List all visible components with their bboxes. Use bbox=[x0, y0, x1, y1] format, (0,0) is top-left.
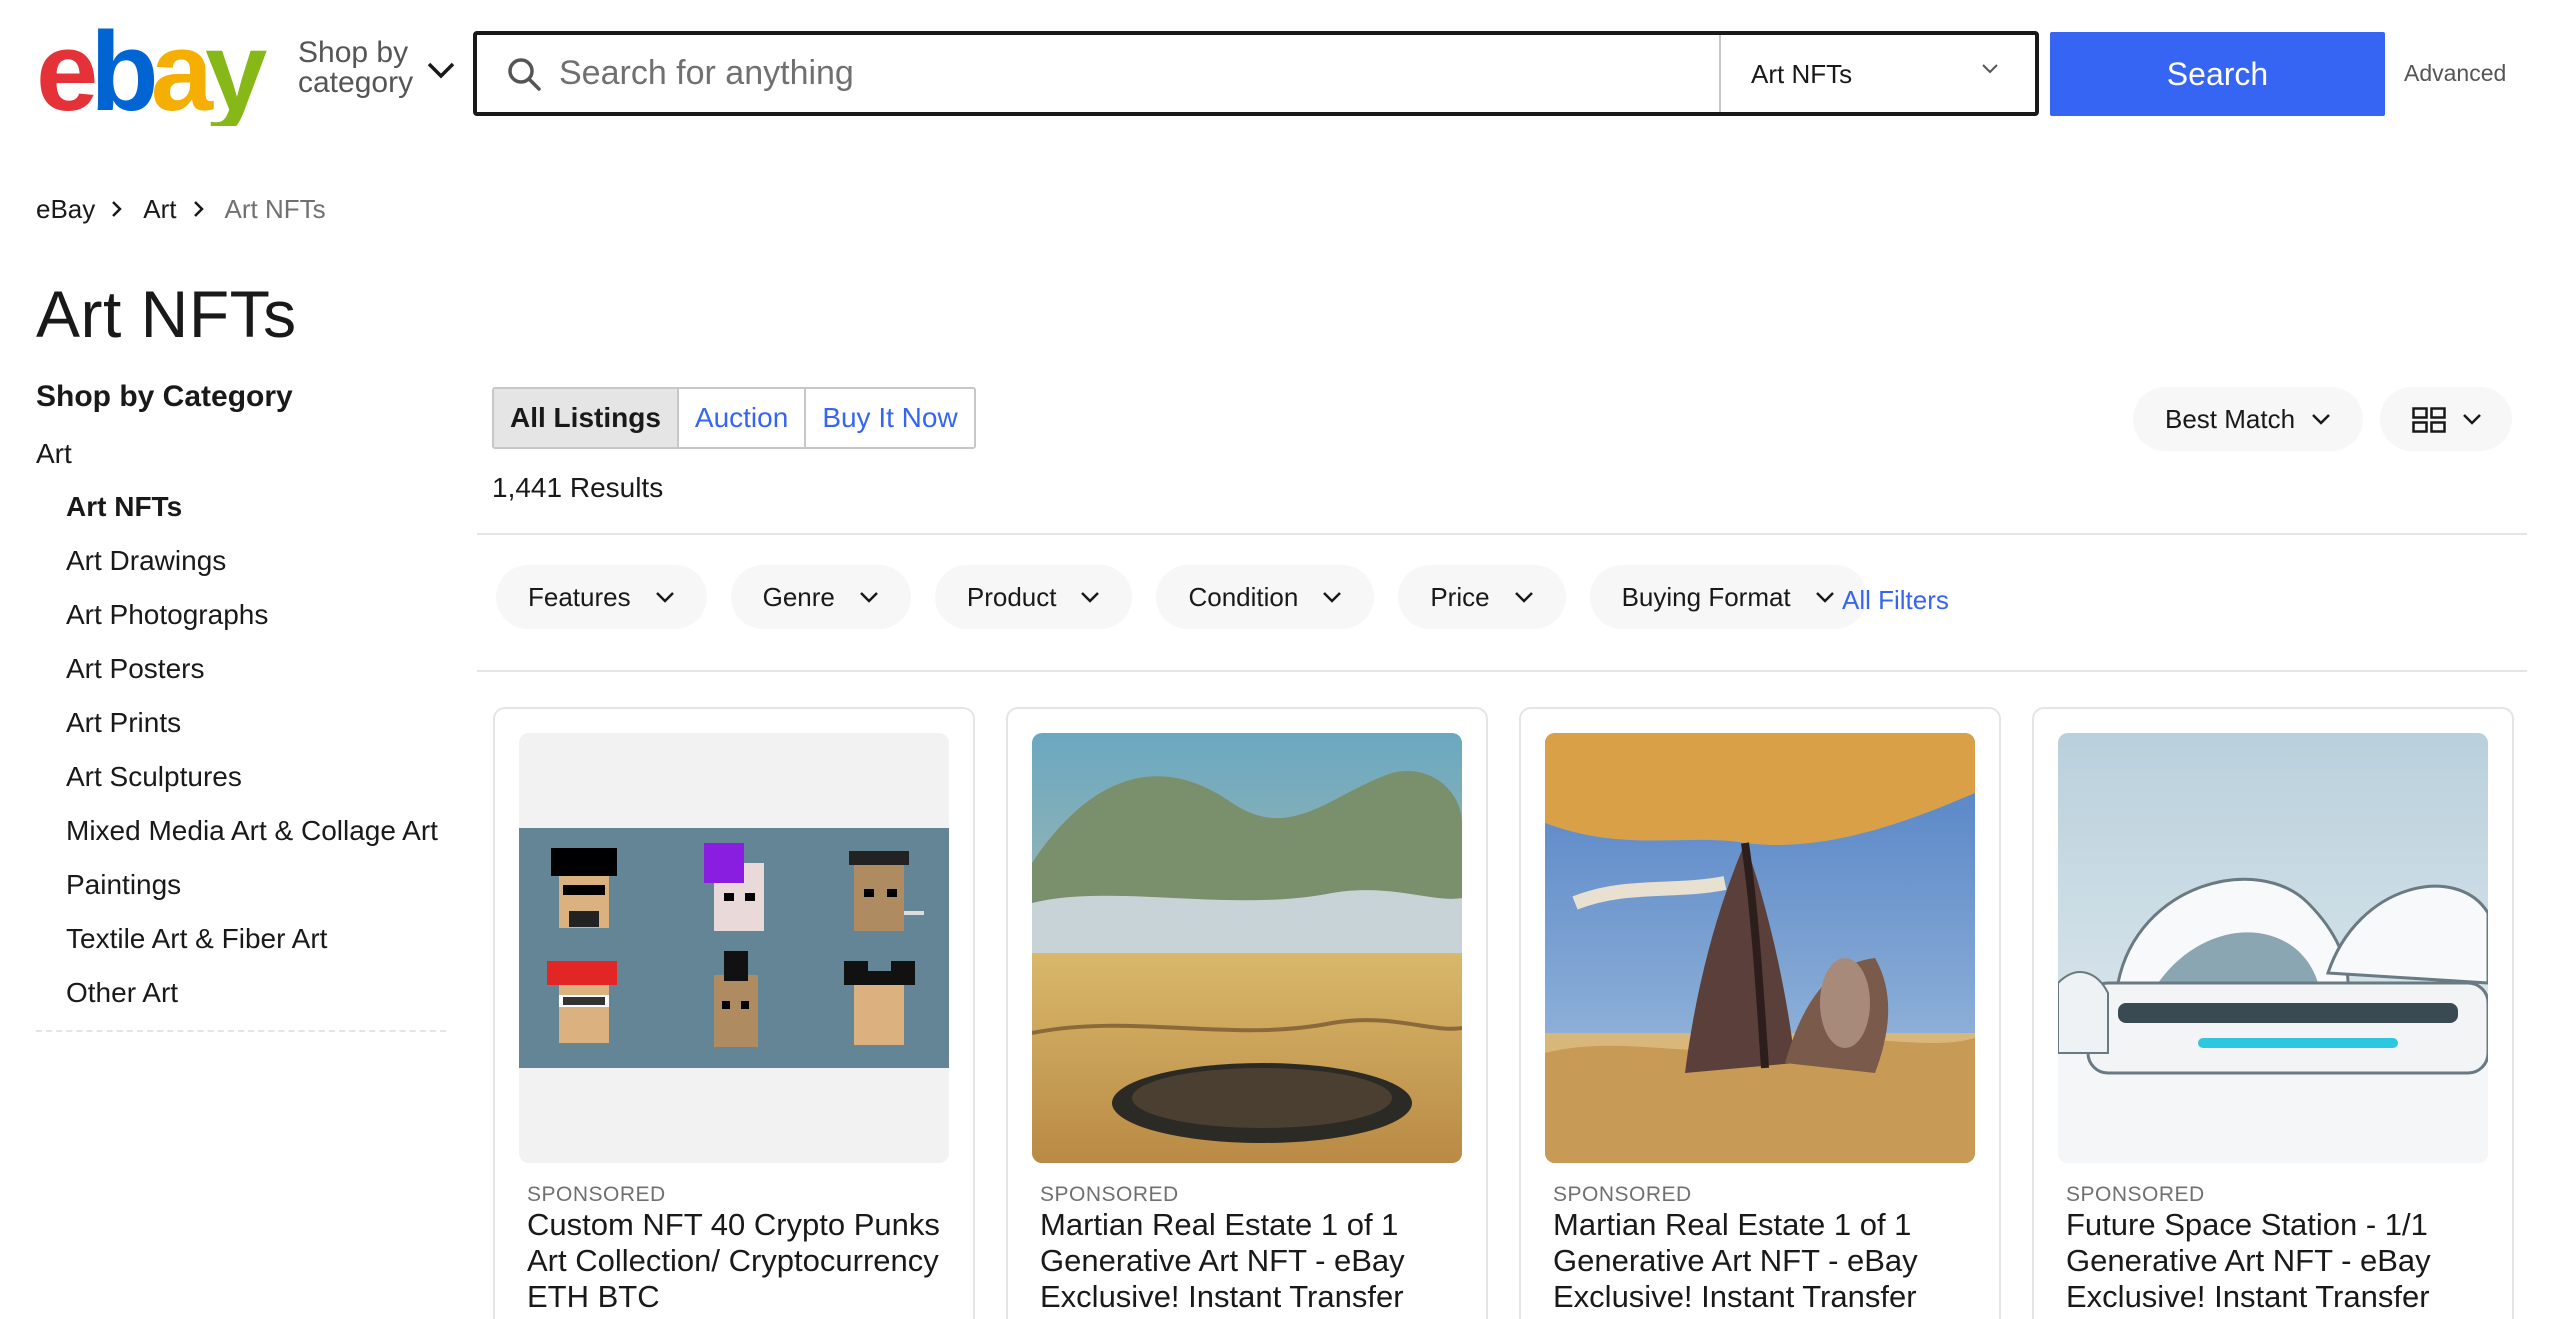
breadcrumb-current: Art NFTs bbox=[224, 193, 326, 224]
product-title[interactable]: Custom NFT 40 Crypto Punks Art Collectio… bbox=[527, 1207, 947, 1315]
tab-buy-it-now[interactable]: Buy It Now bbox=[806, 389, 974, 447]
chevron-down-icon bbox=[1081, 592, 1100, 603]
product-card[interactable]: SPONSORED Martian Real Estate 1 of 1 Gen… bbox=[1006, 707, 1488, 1319]
search-button[interactable]: Search bbox=[2050, 32, 2385, 116]
filter-label: Features bbox=[528, 581, 631, 612]
chevron-right-icon bbox=[112, 201, 123, 217]
filter-label: Price bbox=[1430, 581, 1490, 612]
sidebar-item-art-sculptures[interactable]: Art Sculptures bbox=[66, 760, 446, 794]
chevron-down-icon bbox=[1982, 64, 1998, 74]
all-filters-link[interactable]: All Filters bbox=[1842, 585, 1949, 616]
filter-buying-format[interactable]: Buying Format bbox=[1589, 565, 1867, 629]
category-select[interactable]: Art NFTs bbox=[1719, 35, 2035, 112]
sidebar-item-art-prints[interactable]: Art Prints bbox=[66, 706, 446, 740]
sponsored-label: SPONSORED bbox=[527, 1183, 666, 1206]
chevron-down-icon bbox=[1323, 592, 1342, 603]
chevron-down-icon bbox=[2463, 414, 2481, 425]
tab-auction[interactable]: Auction bbox=[678, 389, 807, 447]
filter-product[interactable]: Product bbox=[934, 565, 1133, 629]
search-bar: Art NFTs bbox=[473, 31, 2039, 116]
breadcrumb-ebay[interactable]: eBay bbox=[36, 194, 95, 225]
sponsored-label: SPONSORED bbox=[1553, 1183, 1692, 1206]
chevron-down-icon bbox=[2312, 414, 2330, 425]
results-count: 1,441 Results bbox=[492, 472, 664, 503]
sponsored-label: SPONSORED bbox=[1040, 1183, 1179, 1206]
chevron-down-icon bbox=[1815, 592, 1834, 603]
product-card[interactable]: SPONSORED Martian Real Estate 1 of 1 Gen… bbox=[1519, 707, 2001, 1319]
product-title[interactable]: Future Space Station - 1/1 Generative Ar… bbox=[2066, 1207, 2486, 1315]
tab-all-listings[interactable]: All Listings bbox=[494, 389, 679, 447]
sidebar-list: Art NFTs Art Drawings Art Photographs Ar… bbox=[66, 490, 446, 1010]
product-image[interactable] bbox=[1032, 733, 1462, 1163]
product-card[interactable]: SPONSORED Future Space Station - 1/1 Gen… bbox=[2032, 707, 2514, 1319]
sidebar-divider bbox=[36, 1030, 446, 1032]
filter-bar: Features Genre Product Condition Price B… bbox=[496, 565, 1867, 629]
sidebar-item-other-art[interactable]: Other Art bbox=[66, 976, 446, 1010]
svg-text:ebay: ebay bbox=[36, 22, 267, 126]
product-title[interactable]: Martian Real Estate 1 of 1 Generative Ar… bbox=[1040, 1207, 1460, 1315]
breadcrumb-art[interactable]: Art bbox=[143, 194, 176, 225]
surreal-desert-landscape-image bbox=[1032, 733, 1462, 1163]
sidebar-heading: Shop by Category bbox=[36, 380, 293, 413]
rock-spire-landscape-image bbox=[1545, 733, 1975, 1163]
breadcrumb: eBay Art Art NFTs bbox=[36, 193, 326, 225]
filter-genre[interactable]: Genre bbox=[730, 565, 911, 629]
chevron-right-icon bbox=[193, 201, 204, 217]
sidebar-item-art[interactable]: Art bbox=[36, 438, 446, 478]
category-label: category bbox=[298, 66, 414, 99]
filter-features[interactable]: Features bbox=[496, 565, 707, 629]
futuristic-white-domes-image bbox=[2058, 733, 2488, 1163]
punk-avatar bbox=[551, 848, 617, 928]
product-card[interactable]: SPONSORED Custom NFT 40 Crypto Punks Art… bbox=[493, 707, 975, 1319]
page-title: Art NFTs bbox=[36, 277, 297, 351]
grid-view-icon bbox=[2412, 407, 2446, 433]
sidebar-item-art-drawings[interactable]: Art Drawings bbox=[66, 544, 446, 578]
sort-label: Best Match bbox=[2165, 403, 2296, 434]
global-header: ebay Shop by category Art NFTs Search Ad… bbox=[0, 0, 2560, 150]
sidebar-item-paintings[interactable]: Paintings bbox=[66, 868, 446, 902]
sponsored-label: SPONSORED bbox=[2066, 1183, 2205, 1206]
sort-dropdown[interactable]: Best Match bbox=[2133, 387, 2363, 451]
chevron-down-icon bbox=[859, 592, 878, 603]
search-input[interactable] bbox=[559, 45, 1689, 101]
listing-type-tabs: All Listings Auction Buy It Now bbox=[492, 387, 976, 449]
sidebar-item-art-nfts: Art NFTs bbox=[66, 491, 183, 522]
filter-label: Buying Format bbox=[1621, 581, 1791, 612]
product-image[interactable] bbox=[2058, 733, 2488, 1163]
filter-label: Genre bbox=[762, 581, 835, 612]
advanced-search-link[interactable]: Advanced bbox=[2404, 60, 2506, 87]
sidebar-item-art-photographs[interactable]: Art Photographs bbox=[66, 598, 446, 632]
search-icon bbox=[508, 58, 541, 91]
product-image[interactable] bbox=[1545, 733, 1975, 1163]
ebay-logo[interactable]: ebay bbox=[36, 22, 276, 126]
shop-by-label: Shop by bbox=[298, 36, 409, 69]
shop-by-category-button[interactable]: Shop by category bbox=[298, 36, 455, 99]
sidebar-item-mixed-media[interactable]: Mixed Media Art & Collage Art bbox=[66, 814, 446, 848]
view-toggle[interactable] bbox=[2380, 387, 2512, 451]
chevron-down-icon bbox=[427, 62, 455, 79]
pixel-punk-avatars-image bbox=[519, 733, 949, 1163]
product-title[interactable]: Martian Real Estate 1 of 1 Generative Ar… bbox=[1553, 1207, 1973, 1315]
sidebar-item-textile-art[interactable]: Textile Art & Fiber Art bbox=[66, 922, 446, 956]
sidebar-item-art-posters[interactable]: Art Posters bbox=[66, 652, 446, 686]
category-select-value: Art NFTs bbox=[1751, 59, 1853, 89]
product-image[interactable] bbox=[519, 733, 949, 1163]
divider bbox=[477, 670, 2527, 672]
divider bbox=[477, 533, 2527, 535]
category-sidebar: Shop by Category Art Art NFTs Art Drawin… bbox=[36, 380, 446, 1032]
filter-label: Product bbox=[966, 581, 1057, 612]
chevron-down-icon bbox=[1514, 592, 1533, 603]
filter-condition[interactable]: Condition bbox=[1156, 565, 1375, 629]
filter-price[interactable]: Price bbox=[1398, 565, 1566, 629]
filter-label: Condition bbox=[1188, 581, 1299, 612]
chevron-down-icon bbox=[655, 592, 674, 603]
